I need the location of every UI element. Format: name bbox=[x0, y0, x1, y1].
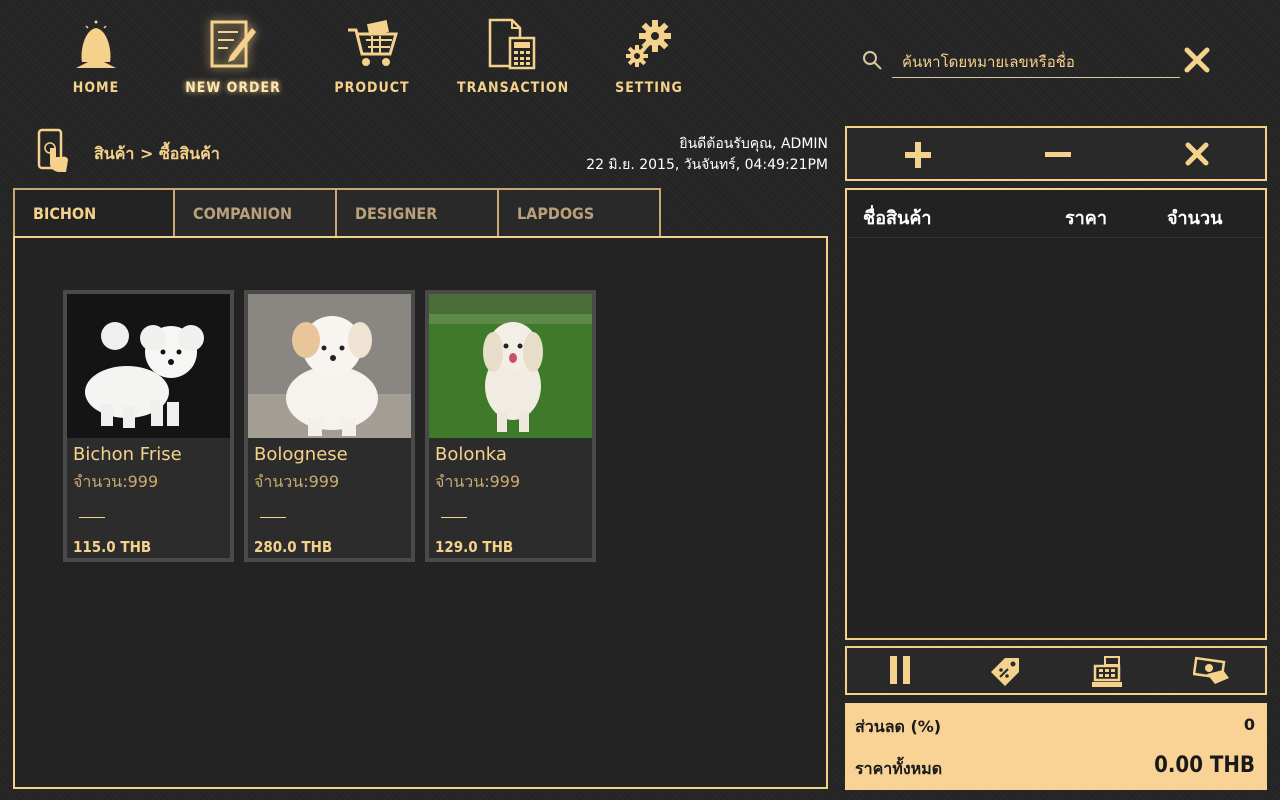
product-photo bbox=[248, 294, 411, 438]
product-card[interactable]: Bichon Frise จำนวน:999 115.0 THB bbox=[63, 290, 234, 562]
divider bbox=[260, 517, 286, 518]
new-order-icon bbox=[210, 20, 256, 68]
tab-companion[interactable]: COMPANION bbox=[175, 188, 337, 238]
category-tabs: BICHON COMPANION DESIGNER LAPDOGS bbox=[13, 188, 661, 238]
nav-transaction-label: TRANSACTION bbox=[457, 80, 570, 96]
nav-transaction[interactable]: TRANSACTION bbox=[457, 18, 570, 108]
search-clear-icon[interactable] bbox=[1184, 47, 1210, 73]
search-input[interactable] bbox=[892, 46, 1180, 78]
nav-home-label: HOME bbox=[72, 80, 120, 96]
touch-device-icon bbox=[37, 128, 68, 172]
column-product-name: ชื่อสินค้า bbox=[863, 208, 932, 229]
transaction-icon bbox=[488, 18, 536, 70]
divider bbox=[441, 517, 467, 518]
total-value: 0.00 THB bbox=[1154, 753, 1255, 778]
home-icon bbox=[76, 20, 116, 68]
nav-new-order[interactable]: NEW ORDER bbox=[178, 18, 288, 108]
cart-icon bbox=[348, 20, 398, 66]
nav-setting[interactable]: SETTING bbox=[594, 18, 704, 108]
cash-payment-icon[interactable] bbox=[1193, 656, 1231, 686]
divider bbox=[79, 517, 105, 518]
product-name: Bichon Frise bbox=[73, 444, 182, 465]
nav-product-label: PRODUCT bbox=[334, 80, 410, 96]
tab-bichon[interactable]: BICHON bbox=[13, 188, 175, 238]
total-label: ราคาทั้งหมด bbox=[855, 759, 943, 778]
nav-product[interactable]: PRODUCT bbox=[317, 18, 427, 108]
product-name: Bolognese bbox=[254, 444, 348, 465]
tab-designer[interactable]: DESIGNER bbox=[337, 188, 499, 238]
product-price: 115.0 THB bbox=[73, 538, 152, 556]
nav-new-order-label: NEW ORDER bbox=[185, 80, 281, 96]
product-card[interactable]: Bolognese จำนวน:999 280.0 THB bbox=[244, 290, 415, 562]
bolognese-photo bbox=[248, 294, 411, 438]
bolonka-photo bbox=[429, 294, 592, 438]
product-card[interactable]: Bolonka จำนวน:999 129.0 THB bbox=[425, 290, 596, 562]
column-quantity: จำนวน bbox=[1167, 208, 1223, 229]
welcome-text: ยินดีต้อนรับคุณ, ADMIN bbox=[679, 136, 828, 152]
product-photo bbox=[67, 294, 230, 438]
product-photo bbox=[429, 294, 592, 438]
pause-icon[interactable] bbox=[889, 656, 911, 684]
datetime-text: 22 มิ.ย. 2015, วันจันทร์, 04:49:21PM bbox=[586, 157, 828, 173]
order-summary: ส่วนลด (%) 0 ราคาทั้งหมด 0.00 THB bbox=[845, 703, 1267, 790]
tab-lapdogs[interactable]: LAPDOGS bbox=[499, 188, 661, 238]
product-name: Bolonka bbox=[435, 444, 507, 465]
payment-tool-bar bbox=[845, 646, 1267, 695]
product-stock: จำนวน:999 bbox=[73, 472, 159, 491]
order-action-bar bbox=[845, 126, 1267, 181]
order-table-header: ชื่อสินค้า ราคา จำนวน bbox=[847, 190, 1265, 238]
minus-icon[interactable] bbox=[1045, 142, 1071, 168]
order-table: ชื่อสินค้า ราคา จำนวน bbox=[845, 188, 1267, 640]
gear-icon bbox=[626, 20, 671, 67]
search-bar bbox=[862, 42, 1222, 82]
discount-label: ส่วนลด (%) bbox=[855, 717, 942, 736]
search-icon bbox=[863, 51, 882, 70]
product-stock: จำนวน:999 bbox=[435, 472, 521, 491]
close-icon[interactable] bbox=[1185, 142, 1209, 166]
welcome-info: ยินดีต้อนรับคุณ, ADMIN 22 มิ.ย. 2015, วั… bbox=[586, 134, 828, 176]
breadcrumb: สินค้า > ซื้อสินค้า bbox=[94, 144, 220, 163]
product-price: 280.0 THB bbox=[254, 538, 333, 556]
column-price: ราคา bbox=[1065, 208, 1107, 229]
product-price: 129.0 THB bbox=[435, 538, 514, 556]
bichon-frise-photo bbox=[67, 294, 230, 438]
product-stock: จำนวน:999 bbox=[254, 472, 340, 491]
discount-value: 0 bbox=[1243, 715, 1255, 734]
discount-tag-icon[interactable] bbox=[989, 656, 1021, 686]
nav-setting-label: SETTING bbox=[615, 80, 683, 96]
product-grid: Bichon Frise จำนวน:999 115.0 THB Bologne… bbox=[13, 236, 828, 789]
plus-icon[interactable] bbox=[905, 142, 931, 168]
nav-home[interactable]: HOME bbox=[41, 18, 151, 108]
cash-register-icon[interactable] bbox=[1091, 656, 1123, 688]
